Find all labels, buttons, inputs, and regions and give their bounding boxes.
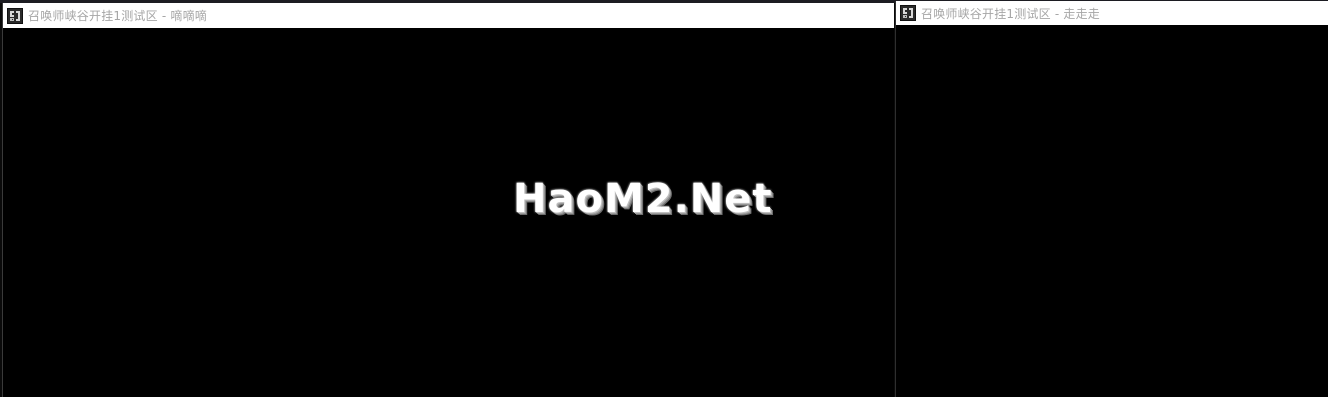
window-title-left: 召唤师峡谷开挂1测试区 - 嘀嘀嘀	[28, 9, 207, 23]
desktop: 召唤师峡谷开挂1测试区 - 嘀嘀嘀 召唤师峡谷开挂1测试区 - 走走走 HaoM…	[0, 0, 1328, 397]
game-app-icon	[7, 7, 23, 24]
window-titlebar-left[interactable]: 召唤师峡谷开挂1测试区 - 嘀嘀嘀	[3, 3, 894, 28]
game-viewport-right[interactable]	[896, 25, 1328, 397]
watermark-text: HaoM2.Net	[513, 176, 773, 222]
window-titlebar-right[interactable]: 召唤师峡谷开挂1测试区 - 走走走	[896, 1, 1328, 25]
game-window-right[interactable]: 召唤师峡谷开挂1测试区 - 走走走	[895, 1, 1328, 397]
window-title-right: 召唤师峡谷开挂1测试区 - 走走走	[921, 6, 1100, 21]
game-app-icon	[900, 5, 916, 21]
